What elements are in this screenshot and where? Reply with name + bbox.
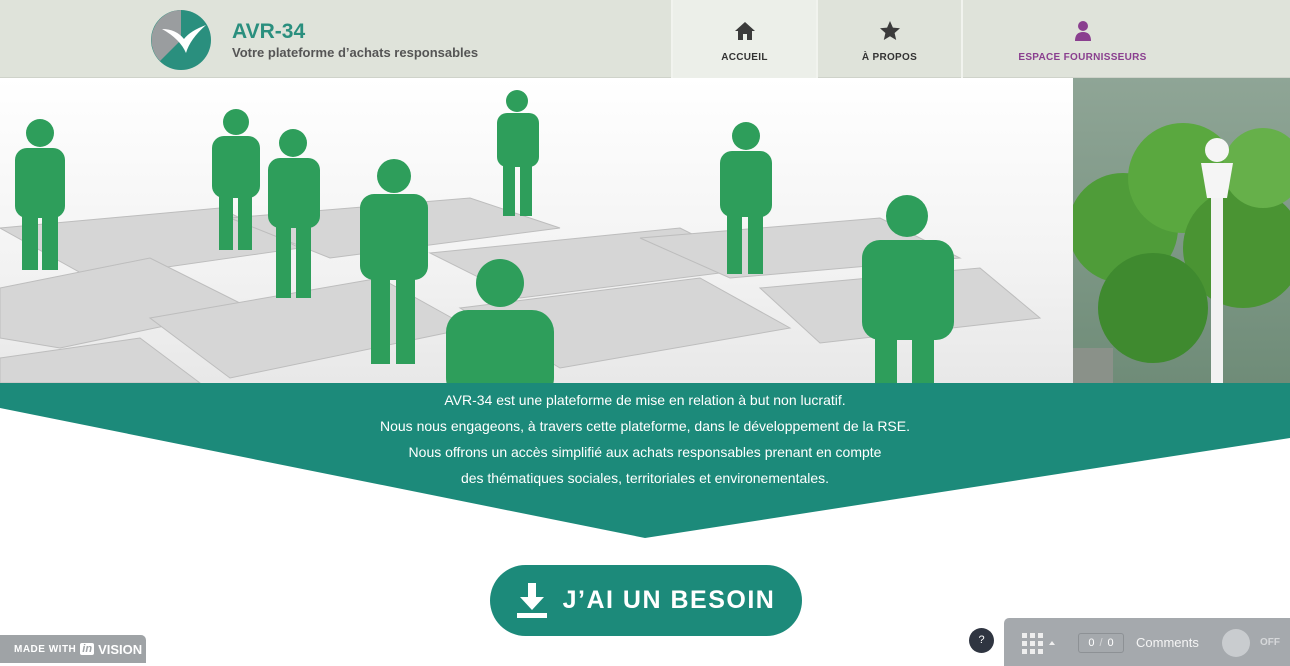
nav-label: ACCUEIL xyxy=(721,52,768,63)
counter-divider: / xyxy=(1099,637,1103,649)
comment-counter: 0 / 0 xyxy=(1078,633,1124,653)
mission-line: AVR-34 est une plateforme de mise en rel… xyxy=(444,392,846,408)
download-icon xyxy=(516,582,547,618)
comments-label[interactable]: Comments xyxy=(1136,635,1199,650)
made-with-label: MADE WITH xyxy=(14,643,77,655)
hero-people-puzzle-image xyxy=(0,78,1073,383)
mission-line: Nous offrons un accès simplifié aux acha… xyxy=(408,444,882,460)
nav-label: À PROPOS xyxy=(861,52,918,63)
toggle-knob xyxy=(1222,629,1250,657)
home-icon xyxy=(734,22,755,40)
invision-logo-in: in xyxy=(80,643,95,655)
help-button[interactable]: ? xyxy=(969,628,994,653)
counter-left: 0 xyxy=(1088,637,1095,649)
mission-line: des thématiques sociales, territoriales … xyxy=(460,470,830,486)
nav-item-espace-fournisseurs[interactable]: ESPACE FOURNISSEURS xyxy=(961,0,1202,78)
site-header: AVR-34 Votre plateforme d’achats respons… xyxy=(0,0,1290,78)
hero-image xyxy=(0,78,1290,383)
mission-line: Nous nous engageons, à travers cette pla… xyxy=(380,418,910,434)
nav-item-a-propos[interactable]: À PROPOS xyxy=(816,0,961,78)
nav-item-accueil[interactable]: ACCUEIL xyxy=(671,0,816,78)
grid-menu-icon[interactable] xyxy=(1022,633,1058,655)
toggle-label: OFF xyxy=(1260,637,1280,648)
jai-un-besoin-button[interactable]: J’AI UN BESOIN xyxy=(490,565,802,636)
nav-label: ESPACE FOURNISSEURS xyxy=(1018,52,1147,63)
puzzle-people-illustration xyxy=(0,90,1042,383)
brand-subtitle: Votre plateforme d’achats responsables xyxy=(232,45,479,60)
comments-toolbar: 0 / 0 Comments OFF xyxy=(1004,618,1290,666)
star-icon xyxy=(879,21,900,40)
counter-right: 0 xyxy=(1107,637,1114,649)
comments-toggle[interactable]: OFF xyxy=(1222,629,1284,657)
cta-label: J’AI UN BESOIN xyxy=(562,586,776,614)
user-icon xyxy=(1074,21,1091,41)
logo-bird-icon[interactable] xyxy=(150,9,212,71)
brand-title: AVR-34 xyxy=(232,20,306,43)
main-nav: ACCUEIL À PROPOS ESPACE FOURNISSEURS xyxy=(671,0,1202,78)
made-with-invision-badge[interactable]: MADE WITH in VISION xyxy=(0,635,146,663)
invision-logo-text: VISION xyxy=(98,641,143,657)
trees-lamp-illustration xyxy=(1068,123,1290,383)
mission-text: AVR-34 est une plateforme de mise en rel… xyxy=(0,383,1290,491)
hero-trees-image xyxy=(1068,78,1290,383)
